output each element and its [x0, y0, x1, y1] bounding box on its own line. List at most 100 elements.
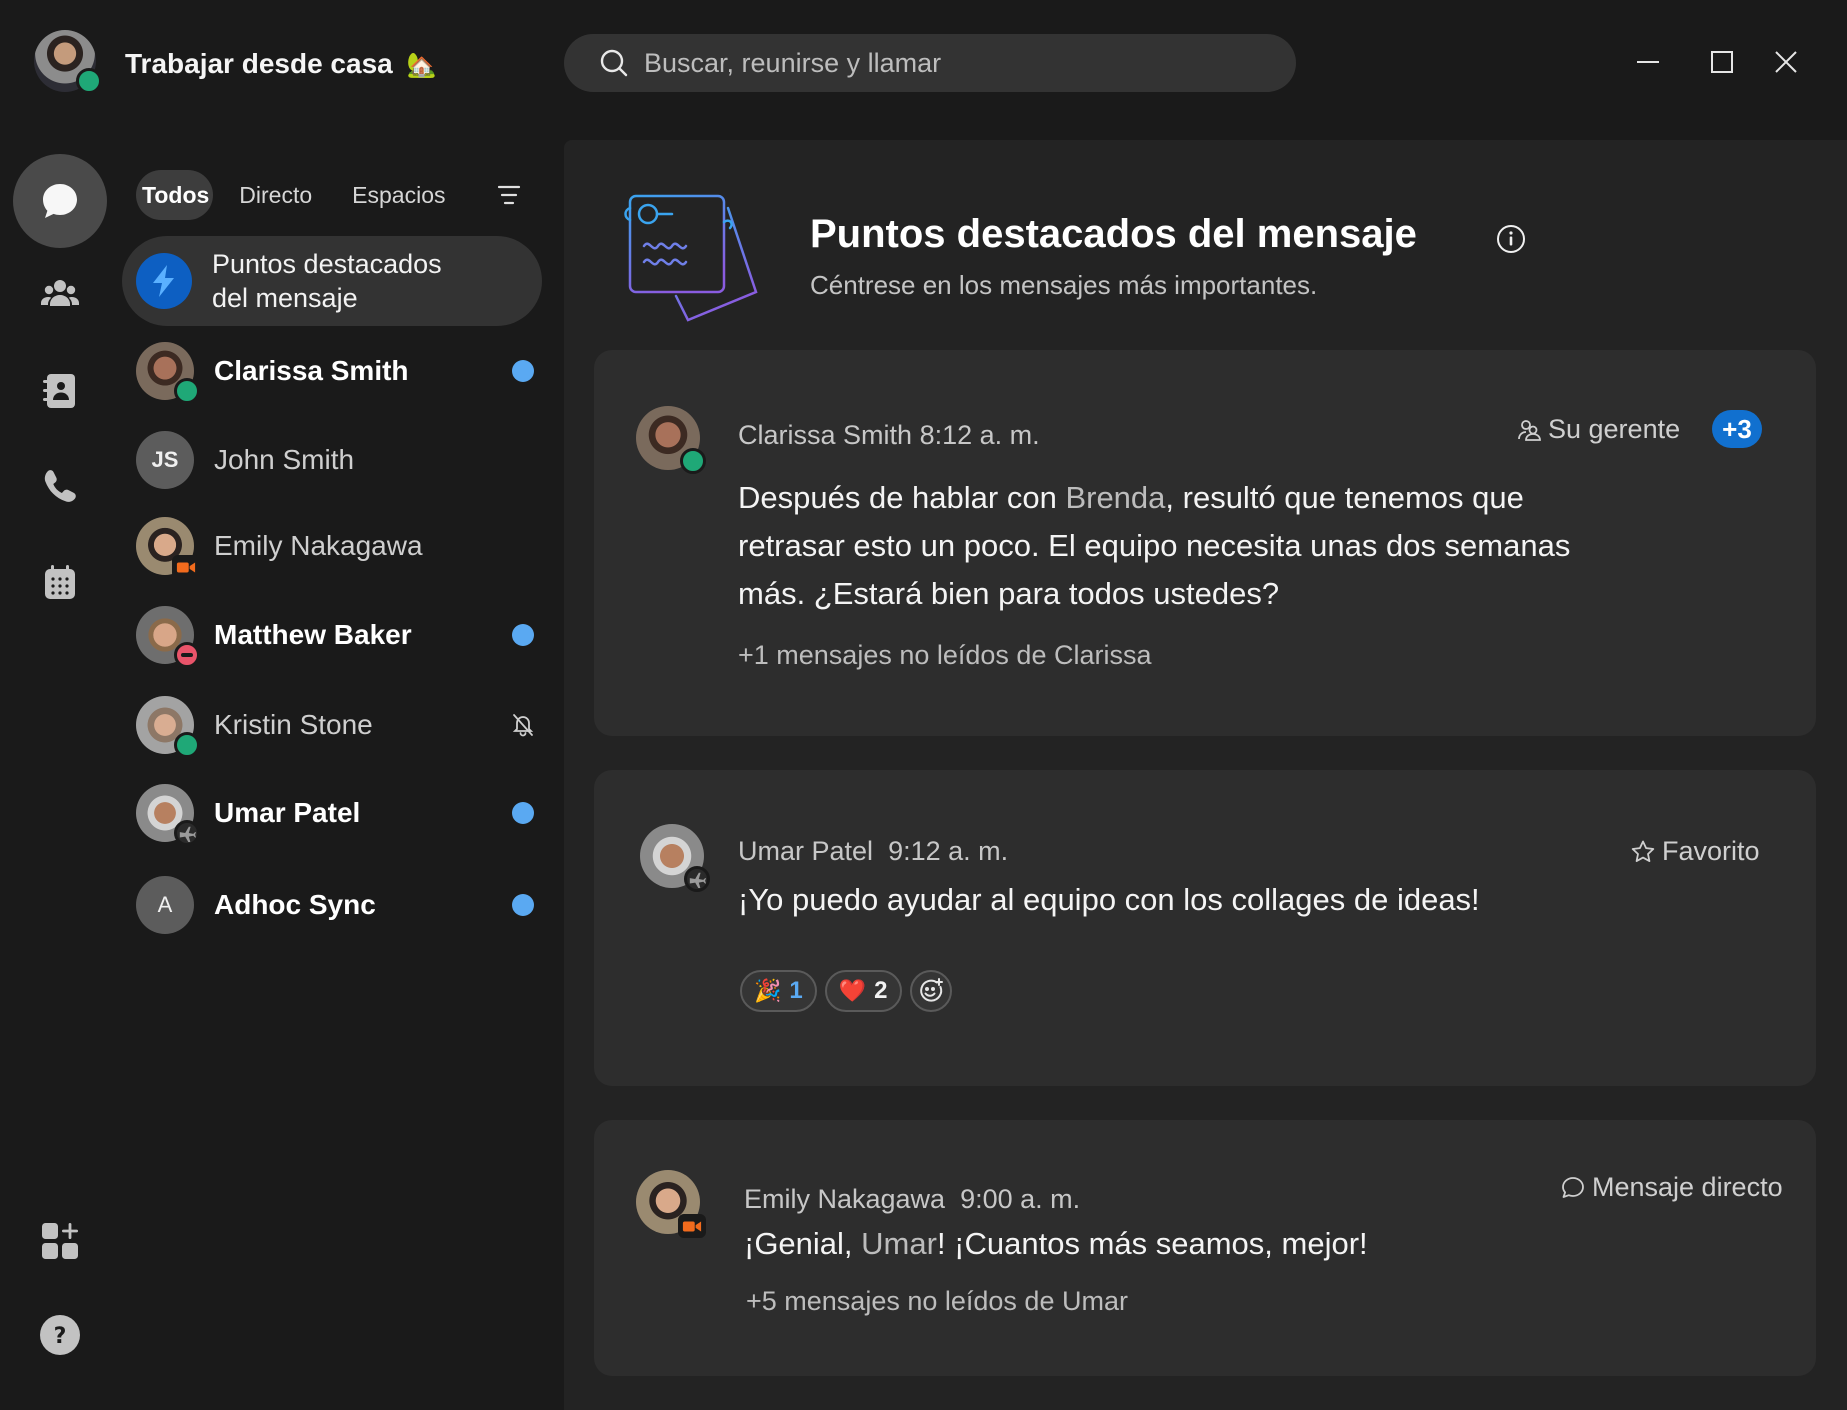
extra-count-badge[interactable]: +3 [1712, 410, 1762, 448]
conversation-name: John Smith [214, 444, 355, 475]
conversation-name: Clarissa Smith [214, 355, 409, 386]
phone-icon [44, 470, 76, 502]
svg-text:?: ? [54, 1324, 67, 1349]
rail-contacts[interactable] [13, 344, 107, 438]
reactions-bar: 🎉 1 ❤️ 2 [740, 970, 952, 1012]
video-camera-icon [176, 562, 196, 573]
rail-messaging[interactable] [13, 154, 107, 248]
search-bar[interactable]: Buscar, reunirse y llamar [564, 34, 1296, 92]
rail-teams[interactable] [13, 248, 107, 342]
help-button[interactable]: ? [13, 1288, 107, 1382]
avatar [636, 1170, 706, 1238]
conversation-item[interactable]: Emily Nakagawa [136, 514, 540, 579]
presence-dnd-badge [174, 642, 200, 668]
tab-todos[interactable]: Todos [136, 170, 214, 220]
avatar: JS [136, 431, 194, 489]
message-body: Después de hablar con Brenda, resultó qu… [738, 480, 1571, 611]
tab-espacios[interactable]: Espacios [332, 170, 465, 220]
author-name: Umar Patel [738, 836, 874, 866]
add-emoji-icon [919, 978, 943, 1002]
filter-icon[interactable] [492, 178, 526, 212]
airplane-icon [689, 872, 706, 888]
reaction-heart[interactable]: ❤️ 2 [824, 970, 902, 1012]
minimize-icon [1637, 61, 1659, 63]
tab-directo[interactable]: Directo [219, 170, 332, 220]
maximize-button[interactable] [1704, 44, 1740, 80]
conversation-name: Matthew Baker [214, 619, 412, 650]
highlights-avatar [136, 253, 192, 309]
filter-tabs: Todos Directo Espacios [136, 170, 465, 220]
avatar [136, 696, 200, 758]
mention: Umar [861, 1226, 937, 1261]
minimize-button[interactable] [1630, 44, 1666, 80]
page-title: Puntos destacados del mensaje [810, 212, 1417, 256]
conversation-item[interactable]: Clarissa Smith [136, 339, 540, 404]
people-outline-icon [1518, 419, 1541, 441]
mention: Brenda [1065, 480, 1166, 515]
conversation-item[interactable]: Kristin Stone [136, 693, 540, 758]
unread-dot [512, 894, 534, 916]
favorite-tag[interactable]: Favorito [1630, 836, 1760, 867]
reaction-count: 1 [789, 977, 803, 1004]
presence-active-badge [76, 68, 102, 94]
direct-message-tag[interactable]: Mensaje directo [1560, 1172, 1783, 1203]
help-icon: ? [40, 1315, 80, 1355]
highlight-card[interactable]: Umar Patel 9:12 a. m. Favorito ¡Yo puedo… [594, 770, 1816, 1086]
navigation-rail: ? [0, 140, 120, 1410]
notes-illustration-icon [624, 194, 758, 322]
reaction-party[interactable]: 🎉 1 [740, 970, 817, 1012]
my-avatar[interactable] [34, 30, 102, 94]
away-travel-badge [174, 820, 200, 846]
conversation-list: Todos Directo Espacios Puntos destacados… [120, 140, 564, 1410]
calendar-icon [45, 565, 75, 599]
conversation-name: Adhoc Sync [214, 889, 376, 920]
conversation-name: Emily Nakagawa [214, 530, 423, 561]
highlights-panel: Puntos destacados del mensaje Céntrese e… [564, 140, 1847, 1410]
close-button[interactable] [1768, 44, 1804, 80]
maximize-icon [1711, 51, 1733, 73]
search-placeholder: Buscar, reunirse y llamar [644, 47, 942, 78]
message-time: 9:12 a. m. [888, 836, 1009, 866]
manager-tag: Su gerente [1516, 414, 1680, 445]
airplane-icon [179, 826, 196, 842]
avatar [640, 824, 710, 892]
message-highlights-item[interactable]: Puntos destacados del mensaje [122, 236, 542, 326]
unread-more-link[interactable]: +5 mensajes no leídos de Umar [746, 1286, 1128, 1317]
info-icon[interactable] [1494, 222, 1528, 256]
avatar [636, 406, 706, 474]
lightning-bolt-icon [153, 265, 174, 297]
presence-active-badge [174, 732, 200, 758]
rail-calling[interactable] [13, 440, 107, 534]
in-meeting-badge [172, 555, 200, 579]
highlight-card[interactable]: Emily Nakagawa 9:00 a. m. Mensaje direct… [594, 1120, 1816, 1376]
add-apps-button[interactable] [13, 1194, 107, 1288]
conversation-name: Umar Patel [214, 797, 361, 828]
add-reaction-button[interactable] [909, 970, 952, 1012]
avatar [136, 606, 200, 668]
message-time: 9:00 a. m. [960, 1184, 1081, 1214]
page-subtitle: Céntrese en los mensajes más importantes… [810, 270, 1318, 300]
message-meta: Clarissa Smith 8:12 a. m. [738, 420, 1040, 451]
star-outline-icon [1631, 840, 1655, 862]
video-camera-icon [682, 1221, 702, 1232]
rail-meetings[interactable] [13, 536, 107, 630]
highlights-label: Puntos destacados del mensaje [212, 249, 442, 313]
presence-active-badge [680, 448, 706, 474]
avatar [136, 517, 200, 579]
highlight-card[interactable]: Clarissa Smith 8:12 a. m. Su gerente +3 … [594, 350, 1816, 736]
presence-active-badge [174, 378, 200, 404]
message-body: ¡Yo puedo ayudar al equipo con los colla… [738, 882, 1480, 917]
unread-more-link[interactable]: +1 mensajes no leídos de Clarissa [738, 640, 1151, 671]
status-message[interactable]: Trabajar desde casa 🏡 [125, 48, 436, 80]
close-icon [1775, 51, 1797, 73]
muted-bell-icon [512, 714, 534, 737]
avatar [136, 784, 200, 846]
conversation-item[interactable]: JS John Smith [136, 428, 540, 492]
party-popper-icon: 🎉 [754, 978, 782, 1003]
reaction-count: 2 [874, 977, 888, 1004]
chat-outline-icon [1562, 1176, 1584, 1198]
conversation-item[interactable]: Matthew Baker [136, 603, 540, 668]
contacts-book-icon [43, 374, 75, 408]
conversation-item[interactable]: Umar Patel [136, 781, 540, 846]
conversation-item[interactable]: A Adhoc Sync [136, 873, 540, 937]
